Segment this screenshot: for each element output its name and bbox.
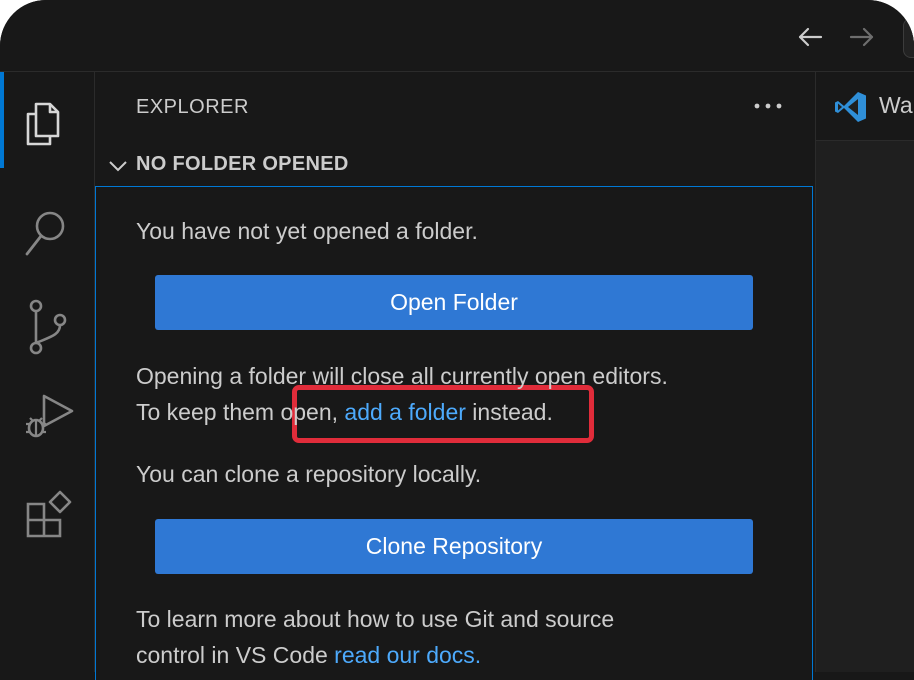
command-center[interactable] <box>903 18 914 58</box>
source-control-icon[interactable] <box>0 282 94 355</box>
read-docs-link[interactable]: read our docs. <box>334 642 481 668</box>
tab-welcome[interactable]: Wa <box>816 72 914 141</box>
vscode-window: EXPLORER NO FOLDER OPENED You have not y… <box>0 0 914 680</box>
files-icon[interactable] <box>0 82 94 152</box>
explorer-sidebar: EXPLORER NO FOLDER OPENED You have not y… <box>95 72 816 680</box>
keep-open-suffix: instead. <box>472 399 553 425</box>
ellipsis-icon[interactable] <box>750 92 786 120</box>
open-folder-button[interactable]: Open Folder <box>155 275 753 330</box>
extensions-icon[interactable] <box>0 472 94 542</box>
vscode-icon <box>834 90 868 129</box>
no-folder-view: You have not yet opened a folder. Open F… <box>95 186 813 680</box>
run-debug-icon[interactable] <box>0 372 94 442</box>
arrow-left-icon[interactable] <box>795 22 825 52</box>
docs-prefix: control in VS Code <box>136 642 328 668</box>
no-folder-message: You have not yet opened a folder. <box>136 218 478 244</box>
tab-label: Wa <box>879 92 913 118</box>
section-header-no-folder[interactable]: NO FOLDER OPENED <box>95 148 815 184</box>
docs-message: control in VS Code read our docs. <box>136 637 481 673</box>
activity-bar <box>0 72 95 672</box>
section-title: NO FOLDER OPENED <box>136 153 349 175</box>
add-folder-link[interactable]: add a folder <box>344 399 465 425</box>
search-icon[interactable] <box>0 194 94 264</box>
explorer-title: EXPLORER <box>136 96 249 118</box>
learn-more-message: To learn more about how to use Git and s… <box>136 606 615 632</box>
arrow-right-icon[interactable] <box>847 22 877 52</box>
close-editors-message: Opening a folder will close all currentl… <box>136 363 668 389</box>
clone-repository-button[interactable]: Clone Repository <box>155 519 753 574</box>
title-bar <box>0 0 914 72</box>
chevron-down-icon <box>107 158 129 179</box>
editor-area: Wa <box>816 72 914 672</box>
keep-open-message: To keep them open, add a folder instead. <box>136 394 553 430</box>
keep-open-prefix: To keep them open, <box>136 399 339 425</box>
clone-message: You can clone a repository locally. <box>136 461 482 487</box>
